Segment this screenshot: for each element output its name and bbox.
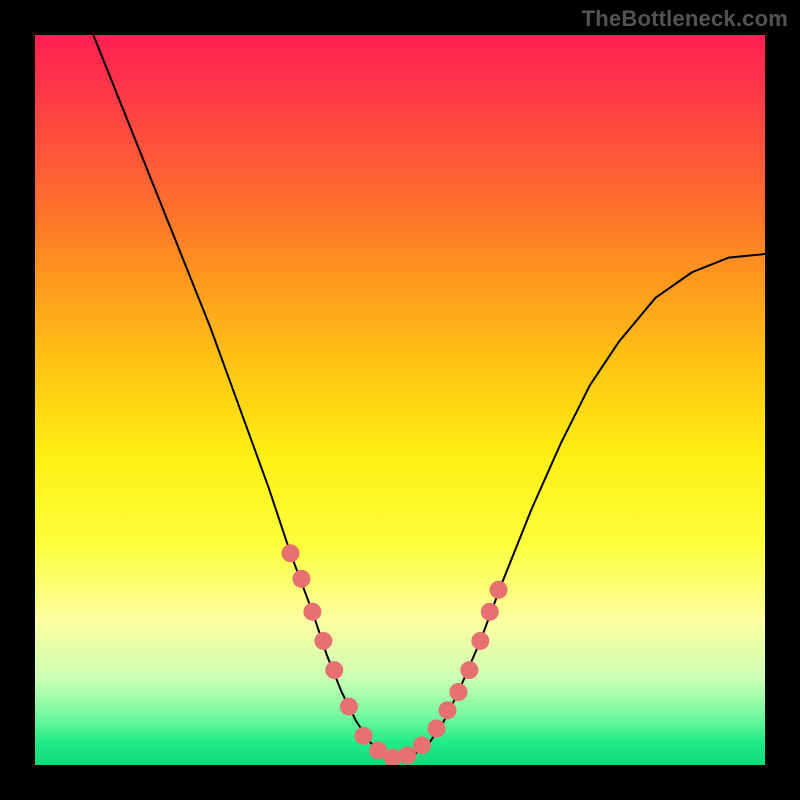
chart-dot [355,727,373,745]
chart-dot [325,661,343,679]
chart-dot [314,632,332,650]
chart-dot [460,661,478,679]
chart-curve [93,35,765,758]
chart-dot [449,683,467,701]
chart-dot [481,603,499,621]
chart-dot [428,720,446,738]
chart-dot [490,581,508,599]
chart-dot [282,544,300,562]
chart-overlay [35,35,765,765]
chart-dot [398,747,416,765]
chart-dot [438,701,456,719]
chart-dot [340,698,358,716]
chart-dot [292,570,310,588]
watermark-text: TheBottleneck.com [582,6,788,32]
chart-dot [471,632,489,650]
chart-dot [413,736,431,754]
chart-dot [303,603,321,621]
chart-plot-area [35,35,765,765]
